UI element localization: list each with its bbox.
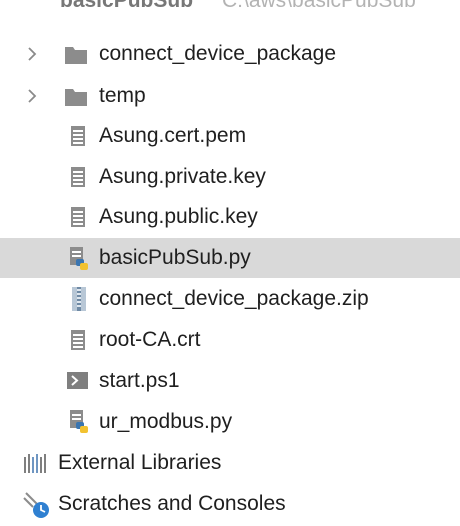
chevron-right-icon[interactable] — [26, 47, 38, 61]
tree-item-label: basicPubSub.py — [99, 246, 251, 269]
tree-item-file[interactable]: Asung.cert.pem — [0, 116, 460, 156]
tree-item-label: Scratches and Consoles — [58, 492, 286, 515]
tree-item-label: root-CA.crt — [99, 328, 201, 351]
tree-item-folder[interactable]: temp — [0, 76, 460, 116]
project-name: basicPubSub — [60, 0, 194, 12]
powershell-file-icon — [66, 370, 90, 394]
folder-icon — [64, 42, 88, 66]
project-path: C:\aws\basicPubSub — [222, 0, 416, 12]
text-file-icon — [68, 328, 92, 352]
library-icon — [22, 451, 46, 475]
tree-item-label: temp — [99, 84, 146, 107]
tree-item-label: Asung.private.key — [99, 165, 266, 188]
tree-item-label: ur_modbus.py — [99, 410, 233, 433]
tree-item-external-libraries[interactable]: External Libraries — [0, 443, 460, 483]
tree-item-scratches[interactable]: Scratches and Consoles — [0, 484, 460, 524]
tree-item-file[interactable]: root-CA.crt — [0, 320, 460, 360]
chevron-right-icon[interactable] — [26, 89, 38, 103]
project-tree: basicPubSub C:\aws\basicPubSub connect_d… — [0, 0, 460, 520]
folder-icon — [64, 84, 88, 108]
python-file-icon — [66, 409, 90, 433]
zip-file-icon — [68, 286, 92, 311]
tree-item-file[interactable]: Asung.public.key — [0, 197, 460, 237]
text-file-icon — [68, 124, 92, 148]
tree-item-label: External Libraries — [58, 451, 222, 474]
tree-item-label: start.ps1 — [99, 369, 180, 392]
tree-item-file[interactable]: Asung.private.key — [0, 157, 460, 197]
text-file-icon — [68, 165, 92, 189]
tree-item-file[interactable]: connect_device_package.zip — [0, 279, 460, 319]
tree-item-file[interactable]: start.ps1 — [0, 361, 460, 401]
tree-item-label: connect_device_package.zip — [99, 287, 369, 310]
tree-item-label: Asung.cert.pem — [99, 124, 247, 147]
tree-item-file[interactable]: ur_modbus.py — [0, 402, 460, 442]
project-root-row[interactable]: basicPubSub C:\aws\basicPubSub — [0, 0, 460, 16]
tree-item-label: Asung.public.key — [99, 205, 258, 228]
text-file-icon — [68, 205, 92, 229]
scratches-icon — [22, 490, 52, 520]
tree-item-label: connect_device_package — [99, 42, 337, 65]
tree-item-file-selected[interactable]: basicPubSub.py — [0, 238, 460, 278]
python-file-icon — [66, 246, 90, 270]
tree-item-folder[interactable]: connect_device_package — [0, 34, 460, 74]
